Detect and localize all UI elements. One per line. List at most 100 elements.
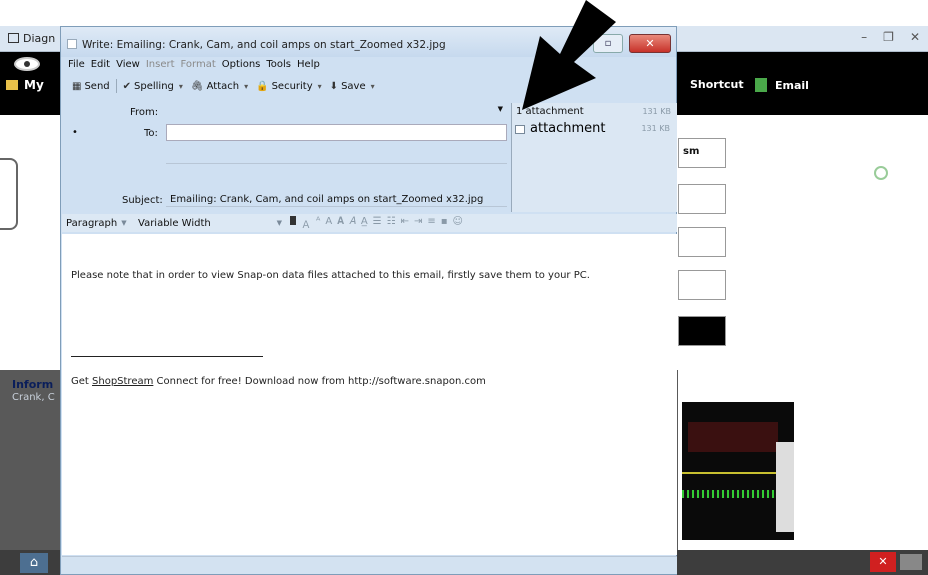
attachment-count[interactable]: 1 attachment: [516, 106, 584, 117]
paragraph-style-value: Paragraph: [66, 217, 118, 229]
attach-label: Attach: [206, 80, 240, 92]
menu-edit[interactable]: Edit: [91, 59, 116, 73]
background-info-subtitle: Crank, C: [12, 392, 55, 403]
compose-window-title: Write: Emailing: Crank, Cam, and coil am…: [82, 39, 446, 51]
attachment-total-size: 131 KB: [642, 107, 671, 116]
send-label: Send: [84, 80, 110, 92]
paperclip-icon: 🖇: [190, 80, 204, 92]
menu-insert[interactable]: Insert: [146, 59, 181, 73]
highlight-icon[interactable]: Ａ: [301, 216, 311, 231]
restore-icon[interactable]: ❐: [883, 30, 894, 44]
promo-prefix: Get: [71, 376, 93, 387]
chevron-down-icon[interactable]: ▾: [371, 82, 375, 91]
additional-recipient-line[interactable]: [166, 163, 507, 164]
chevron-down-icon[interactable]: ▾: [179, 82, 183, 91]
font-larger-icon[interactable]: A: [325, 216, 332, 231]
from-select[interactable]: ▼: [166, 103, 509, 119]
format-toolbar: Paragraph ▼ Variable Width ▼ Ａ ᴬ A 𝐀 𝐴 A̲ …: [62, 214, 677, 232]
exit-icon[interactable]: ✕: [870, 552, 896, 572]
emoticon-icon[interactable]: ☺: [453, 216, 463, 231]
send-icon: ▦: [72, 80, 82, 92]
home-icon[interactable]: ⌂: [20, 553, 48, 573]
menu-bar: File Edit View Insert Format Options Too…: [61, 59, 326, 73]
chevron-down-icon[interactable]: ▾: [244, 82, 248, 91]
security-label: Security: [271, 80, 313, 92]
underline-icon[interactable]: A̲: [361, 216, 368, 231]
close-button[interactable]: ✕: [629, 34, 671, 53]
attach-button[interactable]: 🖇 Attach ▾: [187, 81, 252, 92]
bold-icon[interactable]: 𝐀: [337, 216, 344, 231]
chevron-down-icon: ▼: [276, 219, 282, 227]
background-right-button[interactable]: [678, 184, 726, 214]
chevron-down-icon[interactable]: ▾: [318, 82, 322, 91]
background-right-button[interactable]: [678, 316, 726, 346]
background-right-button[interactable]: [678, 227, 726, 257]
attachment-size: 131 KB: [641, 124, 670, 133]
promo-suffix: Connect for free! Download now from http…: [153, 376, 486, 387]
minimize-icon[interactable]: –: [861, 30, 867, 44]
spelling-button[interactable]: ✔ Spelling ▾: [119, 81, 187, 92]
to-field[interactable]: [166, 124, 507, 141]
send-button[interactable]: ▦ Send: [68, 81, 114, 92]
background-right-button[interactable]: sm: [678, 138, 726, 168]
menu-view[interactable]: View: [116, 59, 146, 73]
spelling-label: Spelling: [134, 80, 174, 92]
background-right-button[interactable]: [678, 270, 726, 300]
attachment-item[interactable]: attachment 131 KB: [512, 121, 676, 137]
from-label: From:: [130, 107, 159, 118]
restore-button[interactable]: ▫: [593, 34, 623, 53]
attachment-pane: 1 attachment 131 KB attachment 131 KB: [511, 103, 677, 212]
outdent-icon[interactable]: ⇤: [401, 216, 409, 231]
indent-icon[interactable]: ⇥: [414, 216, 422, 231]
paragraph-style-select[interactable]: Paragraph ▼: [66, 218, 138, 229]
compose-titlebar[interactable]: Write: Emailing: Crank, Cam, and coil am…: [61, 27, 676, 57]
chevron-down-icon[interactable]: ▼: [498, 105, 503, 113]
menu-options[interactable]: Options: [222, 59, 267, 73]
background-shortcut-button[interactable]: Shortcut: [690, 78, 744, 91]
font-value: Variable Width: [138, 217, 211, 229]
status-circle-icon: [874, 166, 888, 180]
status-bar: [62, 556, 677, 574]
close-icon: ✕: [645, 37, 655, 50]
compose-window-icon: [67, 39, 77, 49]
message-body[interactable]: Please note that in order to view Snap-o…: [62, 234, 677, 555]
recipient-type-icon[interactable]: •: [72, 127, 78, 138]
scope-thumbnail[interactable]: [682, 402, 794, 540]
compose-toolbar: ▦ Send ✔ Spelling ▾ 🖇 Attach ▾ 🔒 Security ▾ ⬇ Sa…: [61, 77, 379, 95]
image-file-icon: [515, 125, 525, 134]
lock-icon: 🔒: [256, 80, 269, 92]
restore-icon: ▫: [604, 38, 612, 49]
background-email-button[interactable]: Email: [755, 78, 809, 92]
background-window-title-text: Diagn: [23, 32, 56, 45]
menu-file[interactable]: File: [68, 59, 91, 73]
attachment-name: attachment: [530, 121, 606, 136]
bullet-list-icon[interactable]: ☰: [373, 216, 382, 231]
italic-icon[interactable]: 𝐴: [349, 216, 356, 231]
promo-link[interactable]: ShopStream: [92, 376, 153, 387]
save-button[interactable]: ⬇ Save ▾: [326, 81, 379, 92]
insert-image-icon[interactable]: ▪: [441, 216, 448, 231]
background-toolbar-my[interactable]: My: [6, 78, 44, 92]
subject-field[interactable]: Emailing: Crank, Cam, and coil amps on s…: [166, 190, 507, 207]
body-note: Please note that in order to view Snap-o…: [71, 270, 590, 281]
email-book-icon: [755, 78, 767, 92]
scope-trace-yellow: [682, 472, 782, 474]
background-side-tab[interactable]: [0, 158, 18, 230]
background-window-controls[interactable]: – ❐ ✕: [861, 30, 920, 44]
align-icon[interactable]: ≡: [427, 216, 435, 231]
text-color-icon[interactable]: [290, 215, 296, 225]
font-select[interactable]: Variable Width ▼: [138, 218, 286, 229]
menu-help[interactable]: Help: [297, 59, 326, 73]
menu-tools[interactable]: Tools: [266, 59, 297, 73]
menu-format[interactable]: Format: [181, 59, 222, 73]
chevron-down-icon: ▼: [121, 219, 127, 227]
security-button[interactable]: 🔒 Security ▾: [252, 81, 326, 92]
email-label: Email: [775, 79, 809, 92]
scope-side-panel: [776, 442, 794, 532]
body-promo: Get ShopStream Connect for free! Downloa…: [71, 376, 486, 387]
scope-trace-green: [682, 490, 782, 498]
tray-icon: [900, 554, 922, 570]
close-icon[interactable]: ✕: [910, 30, 920, 44]
numbered-list-icon[interactable]: ☷: [387, 216, 396, 231]
font-smaller-icon[interactable]: ᴬ: [316, 216, 320, 231]
